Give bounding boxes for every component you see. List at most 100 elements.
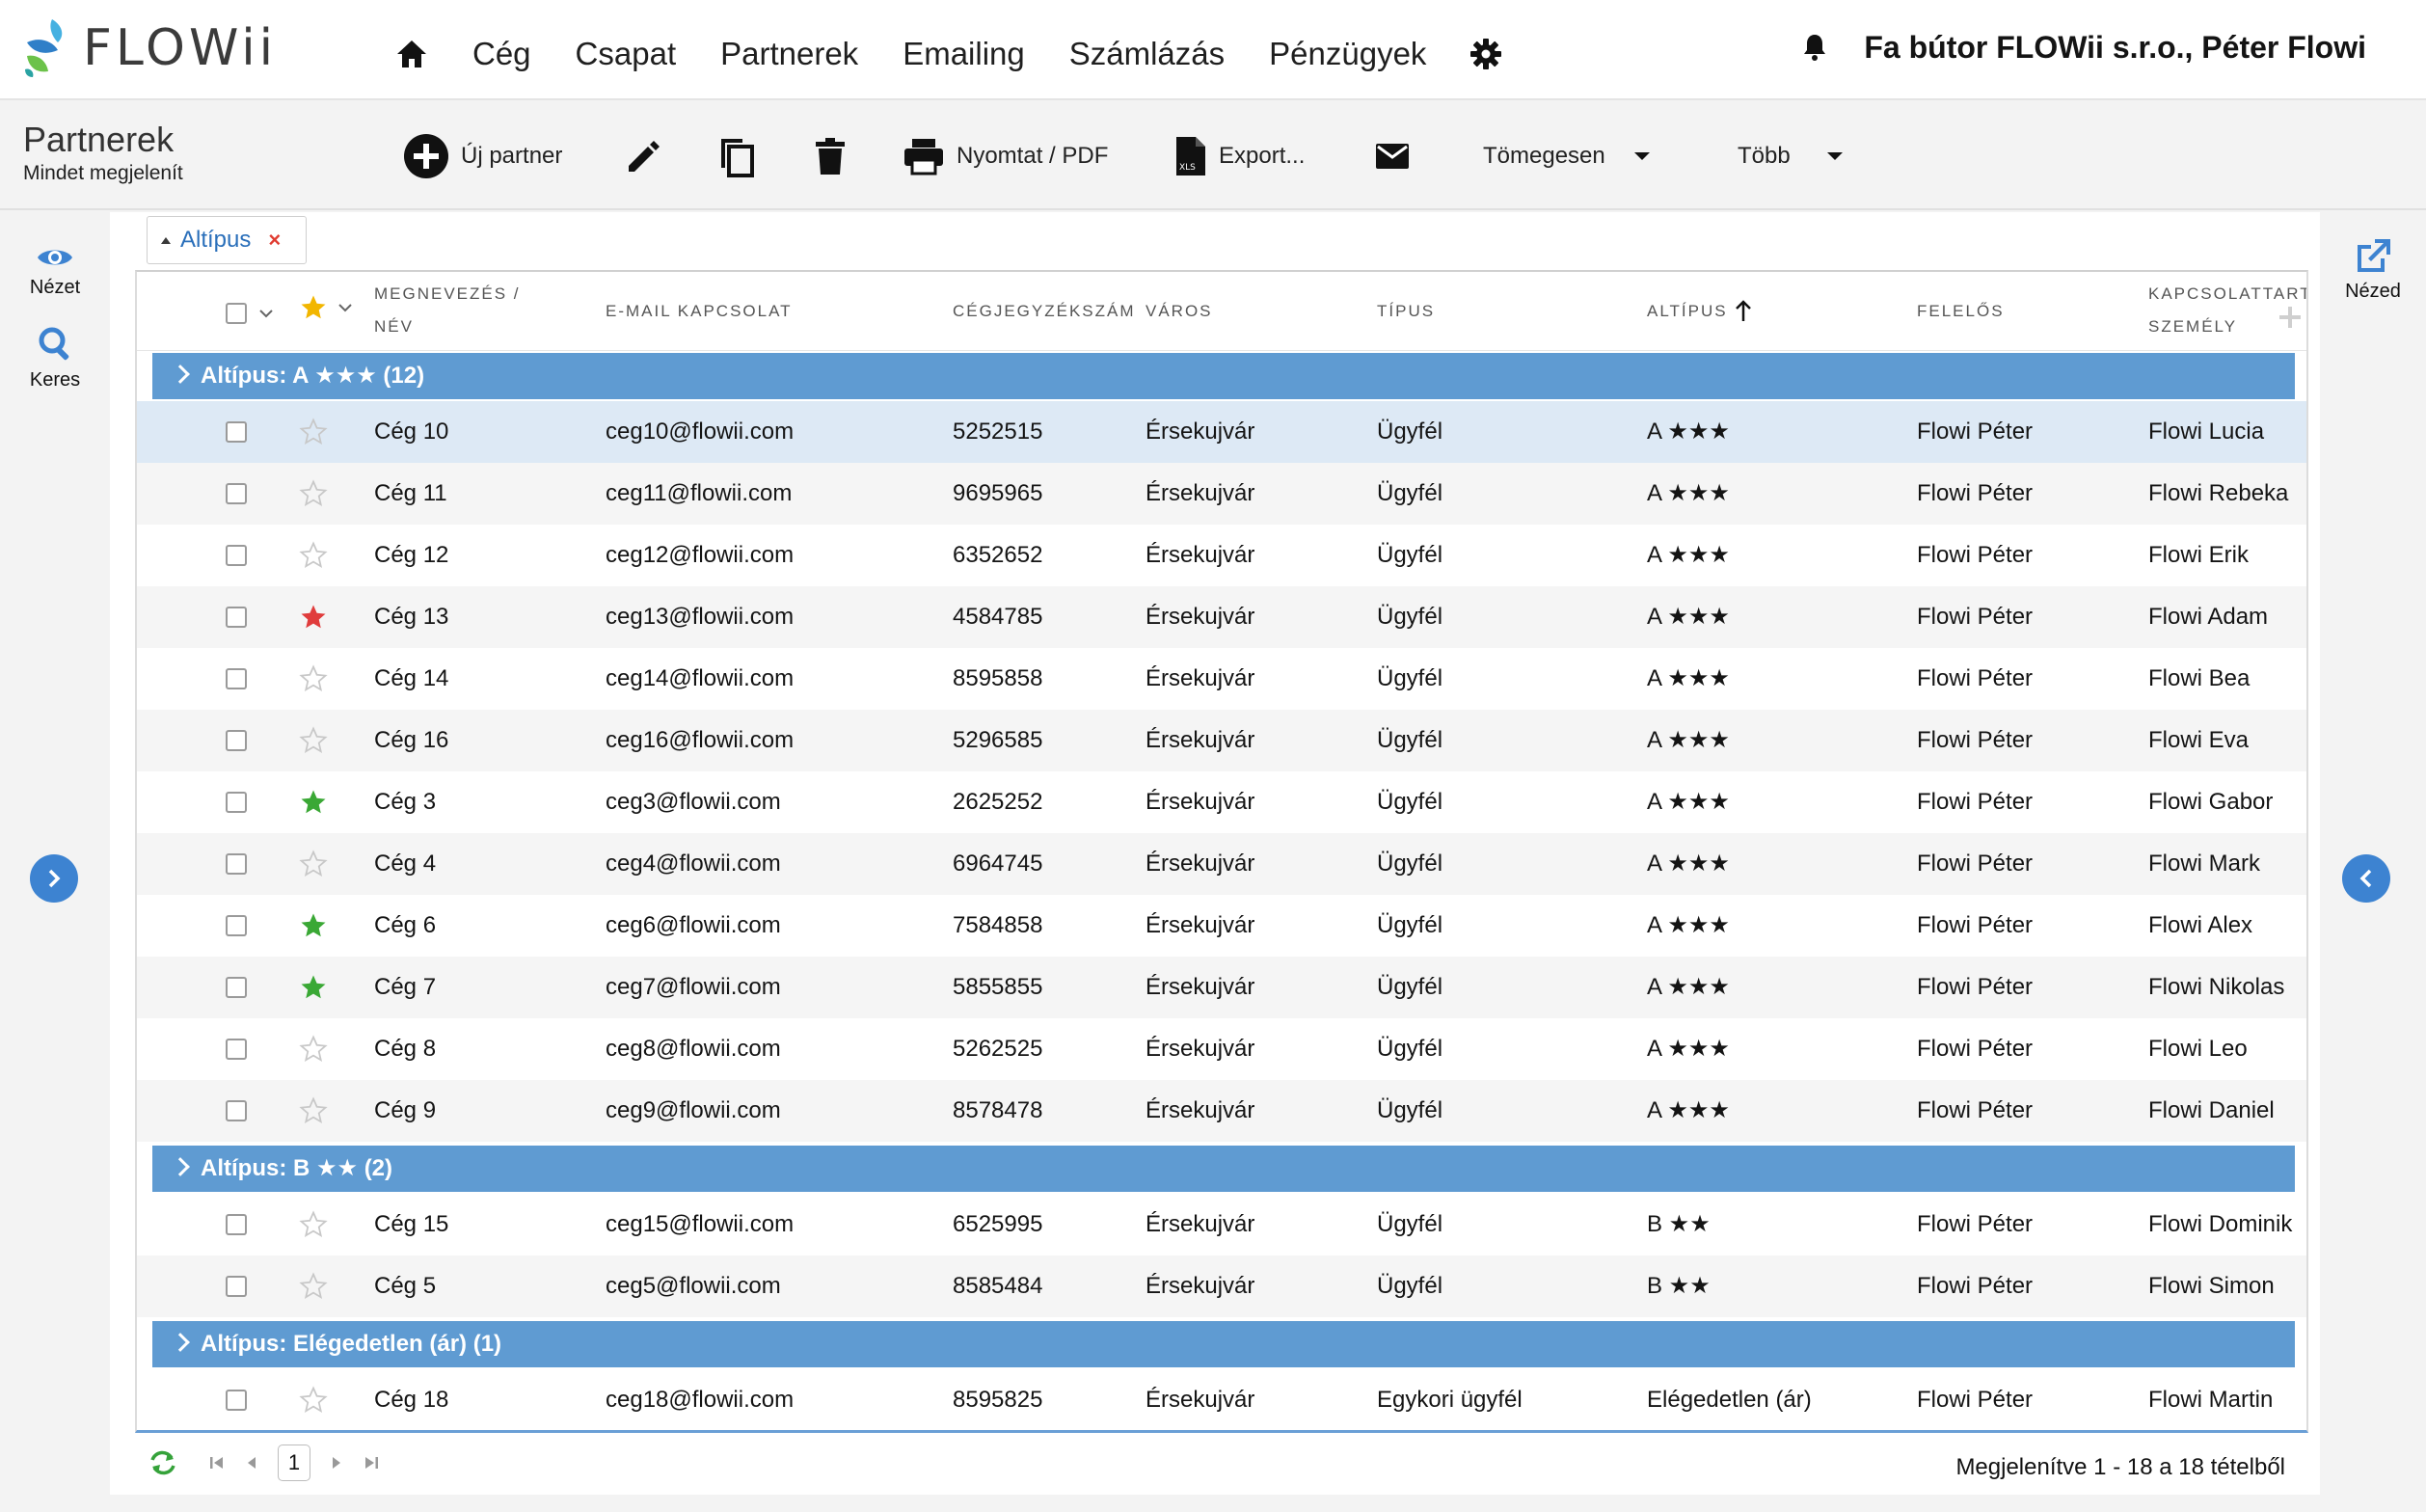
row-checkbox[interactable] xyxy=(226,483,247,504)
filter-remove-icon[interactable]: × xyxy=(268,228,281,253)
table-row[interactable]: Cég 3 ceg3@flowii.com 2625252 Érsekujvár Ügy… xyxy=(137,771,2306,833)
star-outline-icon[interactable] xyxy=(299,479,328,508)
star-filled-icon[interactable] xyxy=(299,603,328,632)
cell-name[interactable]: Cég 8 xyxy=(374,1018,436,1080)
cell-name[interactable]: Cég 13 xyxy=(374,586,448,648)
cell-name[interactable]: Cég 10 xyxy=(374,401,448,463)
cell-email[interactable]: ceg8@flowii.com xyxy=(606,1018,781,1080)
open-view-button[interactable]: Nézed xyxy=(2320,237,2426,303)
star-outline-icon[interactable] xyxy=(299,418,328,446)
cell-name[interactable]: Cég 7 xyxy=(374,957,436,1018)
table-row[interactable]: Cég 8 ceg8@flowii.com 5262525 Érsekujvár Ügy… xyxy=(137,1018,2306,1080)
table-row[interactable]: Cég 6 ceg6@flowii.com 7584858 Érsekujvár Ügy… xyxy=(137,895,2306,957)
nav-item-team[interactable]: Csapat xyxy=(576,36,677,72)
row-checkbox[interactable] xyxy=(226,421,247,443)
bulk-dropdown[interactable]: Tömegesen xyxy=(1471,131,1652,181)
cell-email[interactable]: ceg13@flowii.com xyxy=(606,586,794,648)
cell-email[interactable]: ceg6@flowii.com xyxy=(606,895,781,957)
cell-name[interactable]: Cég 18 xyxy=(374,1369,448,1430)
col-header-email[interactable]: E-MAIL KAPCSOLAT xyxy=(606,295,793,328)
cell-email[interactable]: ceg4@flowii.com xyxy=(606,833,781,895)
print-pdf-button[interactable]: Nyomtat / PDF xyxy=(903,131,1108,181)
star-outline-icon[interactable] xyxy=(299,664,328,693)
table-row[interactable]: Cég 5 ceg5@flowii.com 8585484 Érsekujvár Ügy… xyxy=(137,1256,2306,1317)
cell-name[interactable]: Cég 6 xyxy=(374,895,436,957)
prev-page-icon[interactable] xyxy=(245,1454,258,1472)
cell-email[interactable]: ceg10@flowii.com xyxy=(606,401,794,463)
star-outline-icon[interactable] xyxy=(299,726,328,755)
expand-left-button[interactable] xyxy=(30,854,78,903)
col-header-regno[interactable]: CÉGJEGYZÉKSZÁM xyxy=(953,295,1136,328)
email-button[interactable] xyxy=(1375,131,1410,181)
cell-name[interactable]: Cég 9 xyxy=(374,1080,436,1142)
cell-name[interactable]: Cég 11 xyxy=(374,463,447,525)
home-icon[interactable] xyxy=(395,35,434,73)
cell-name[interactable]: Cég 12 xyxy=(374,525,448,586)
more-dropdown[interactable]: Több xyxy=(1726,131,1845,181)
group-header-row[interactable]: Altípus: A ★★★ (12) xyxy=(152,353,2295,399)
table-row[interactable]: Cég 14 ceg14@flowii.com 8595858 Érsekujvár Ü… xyxy=(137,648,2306,710)
row-checkbox[interactable] xyxy=(226,853,247,875)
cell-email[interactable]: ceg9@flowii.com xyxy=(606,1080,781,1142)
bell-icon[interactable] xyxy=(1802,29,1835,66)
cell-email[interactable]: ceg16@flowii.com xyxy=(606,710,794,771)
cell-email[interactable]: ceg7@flowii.com xyxy=(606,957,781,1018)
new-partner-button[interactable]: Új partner xyxy=(403,131,562,181)
nav-item-invoicing[interactable]: Számlázás xyxy=(1069,36,1225,72)
cell-name[interactable]: Cég 5 xyxy=(374,1256,436,1317)
last-page-icon[interactable] xyxy=(363,1454,380,1472)
nav-item-emailing[interactable]: Emailing xyxy=(903,36,1025,72)
nav-item-company[interactable]: Cég xyxy=(472,36,531,72)
select-all-checkbox[interactable] xyxy=(226,303,247,324)
table-row[interactable]: Cég 11 ceg11@flowii.com 9695965 Érsekujvár Ü… xyxy=(137,463,2306,525)
star-outline-icon[interactable] xyxy=(299,1272,328,1301)
row-checkbox[interactable] xyxy=(226,545,247,566)
cell-email[interactable]: ceg18@flowii.com xyxy=(606,1369,794,1430)
row-checkbox[interactable] xyxy=(226,1214,247,1235)
next-page-icon[interactable] xyxy=(330,1454,343,1472)
col-header-type[interactable]: TÍPUS xyxy=(1377,295,1435,328)
row-checkbox[interactable] xyxy=(226,915,247,936)
row-checkbox[interactable] xyxy=(226,730,247,751)
delete-button[interactable] xyxy=(814,131,847,181)
table-row[interactable]: Cég 9 ceg9@flowii.com 8578478 Érsekujvár Ügy… xyxy=(137,1080,2306,1142)
row-checkbox[interactable] xyxy=(226,977,247,998)
cell-name[interactable]: Cég 3 xyxy=(374,771,436,833)
cell-email[interactable]: ceg5@flowii.com xyxy=(606,1256,781,1317)
col-header-name[interactable]: MEGNEVEZÉS / NÉV xyxy=(374,278,521,343)
cell-name[interactable]: Cég 16 xyxy=(374,710,448,771)
col-header-owner[interactable]: FELELŐS xyxy=(1917,295,2005,328)
select-all[interactable] xyxy=(226,303,274,324)
table-row[interactable]: Cég 7 ceg7@flowii.com 5855855 Érsekujvár Ügy… xyxy=(137,957,2306,1018)
cell-email[interactable]: ceg15@flowii.com xyxy=(606,1194,794,1256)
chevron-down-icon[interactable] xyxy=(258,309,274,318)
row-checkbox[interactable] xyxy=(226,1100,247,1121)
gear-icon[interactable] xyxy=(1470,35,1509,73)
company-user-name[interactable]: Fa bútor FLOWii s.r.o., Péter Flowi xyxy=(1864,30,2366,66)
table-row[interactable]: Cég 4 ceg4@flowii.com 6964745 Érsekujvár Ügy… xyxy=(137,833,2306,895)
cell-email[interactable]: ceg3@flowii.com xyxy=(606,771,781,833)
col-header-subtype[interactable]: ALTÍPUS xyxy=(1647,295,1753,328)
row-checkbox[interactable] xyxy=(226,1039,247,1060)
nav-item-finance[interactable]: Pénzügyek xyxy=(1269,36,1426,72)
table-row[interactable]: Cég 13 ceg13@flowii.com 4584785 Érsekujvár Ü… xyxy=(137,586,2306,648)
add-column-icon[interactable] xyxy=(2278,305,2303,330)
page-subtitle[interactable]: Mindet megjelenít xyxy=(23,162,183,185)
refresh-icon[interactable] xyxy=(147,1448,179,1477)
table-row[interactable]: Cég 15 ceg15@flowii.com 6525995 Érsekujvár Ü… xyxy=(137,1194,2306,1256)
star-filled-icon[interactable] xyxy=(299,973,328,1002)
cell-name[interactable]: Cég 4 xyxy=(374,833,436,895)
nav-item-partners[interactable]: Partnerek xyxy=(720,36,858,72)
group-header-row[interactable]: Altípus: B ★★ (2) xyxy=(152,1146,2295,1192)
star-filled-icon[interactable] xyxy=(299,788,328,817)
star-outline-icon[interactable] xyxy=(299,1096,328,1125)
star-filled-icon[interactable] xyxy=(299,911,328,940)
current-page[interactable]: 1 xyxy=(278,1444,310,1481)
row-checkbox[interactable] xyxy=(226,607,247,628)
cell-name[interactable]: Cég 15 xyxy=(374,1194,448,1256)
cell-email[interactable]: ceg12@flowii.com xyxy=(606,525,794,586)
star-outline-icon[interactable] xyxy=(299,1035,328,1064)
table-row[interactable]: Cég 16 ceg16@flowii.com 5296585 Érsekujvár Ü… xyxy=(137,710,2306,771)
group-header-row[interactable]: Altípus: Elégedetlen (ár) (1) xyxy=(152,1321,2295,1367)
star-outline-icon[interactable] xyxy=(299,1386,328,1415)
